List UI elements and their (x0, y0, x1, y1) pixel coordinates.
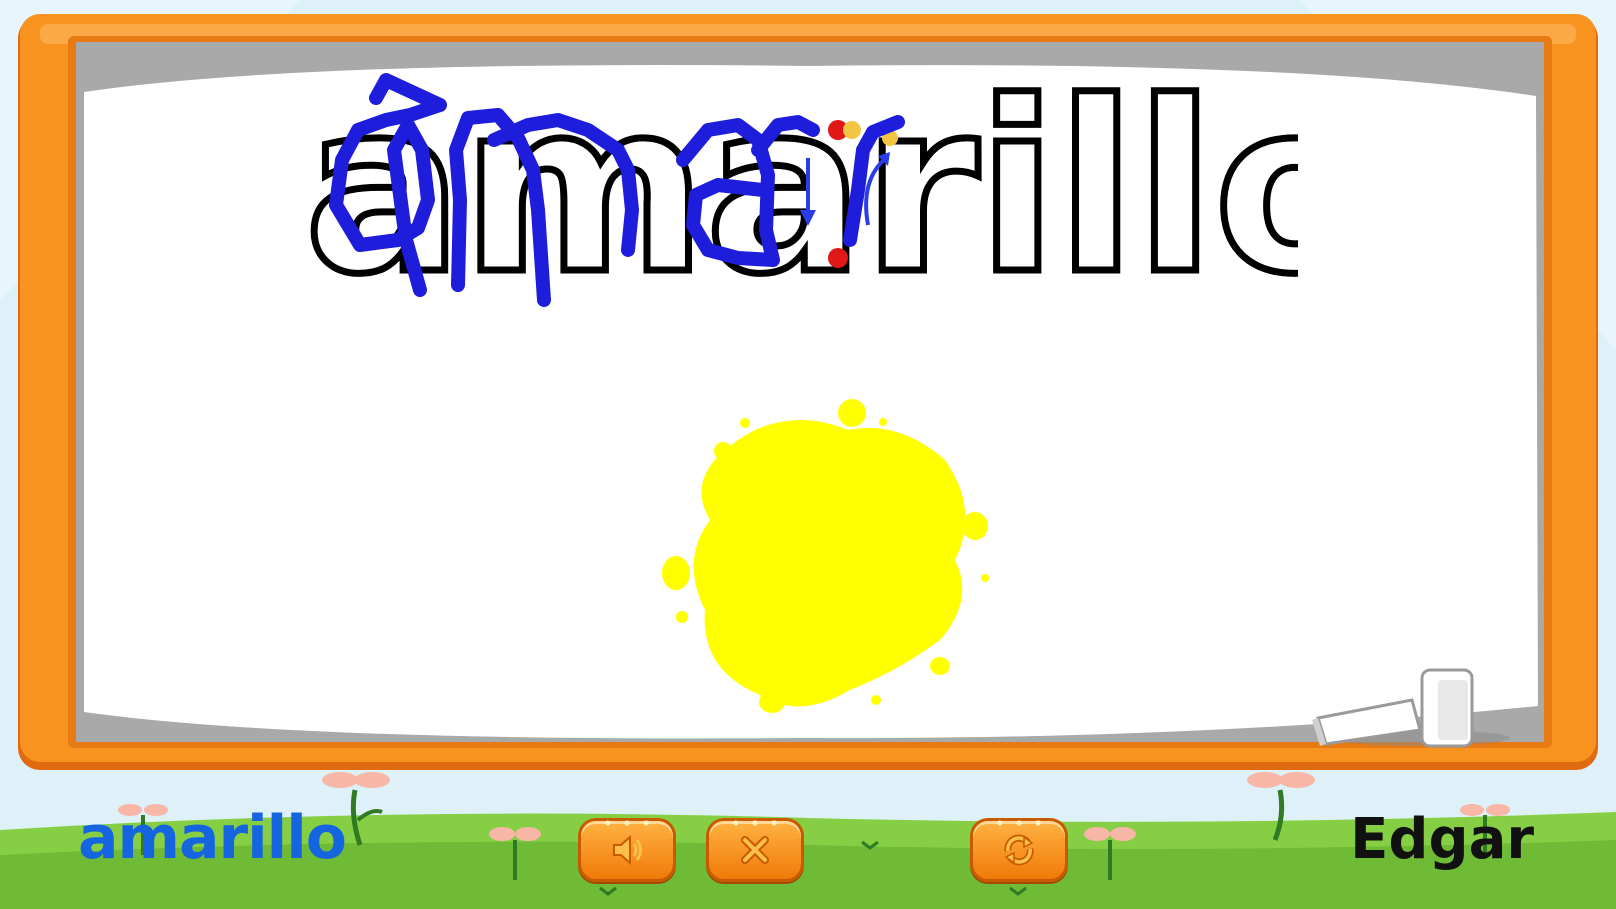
replay-icon (1004, 834, 1034, 866)
replay-button[interactable] (970, 817, 1068, 882)
flower-mid-2 (1084, 827, 1136, 880)
game-stage: amarillo amarillo Edgar (0, 0, 1616, 909)
speaker-icon (613, 834, 642, 866)
word-label: amarillo (78, 803, 347, 873)
tracing-word[interactable]: amarillo (298, 0, 1299, 340)
flower-mid-1 (489, 827, 541, 880)
player-name: Edgar (1350, 807, 1534, 872)
close-x-icon (741, 836, 769, 864)
close-button[interactable] (706, 817, 804, 882)
sound-button[interactable] (578, 817, 676, 882)
